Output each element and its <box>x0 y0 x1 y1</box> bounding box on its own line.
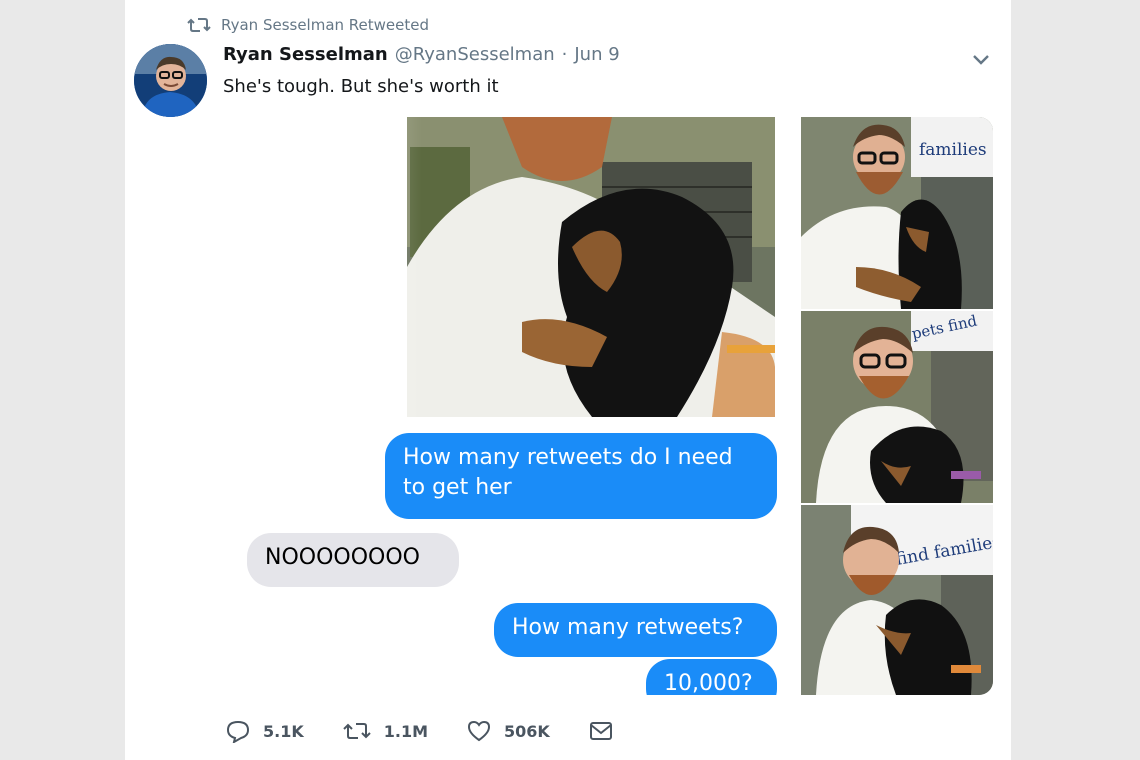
like-button[interactable]: 506K <box>466 719 550 743</box>
author-handle[interactable]: @RyanSesselman <box>395 44 555 65</box>
tweet-header: Ryan Sesselman @RyanSesselman · Jun 9 <box>223 44 620 70</box>
media-image-messages[interactable]: How many retweets do I need to get her N… <box>222 117 792 695</box>
avatar-image <box>134 44 207 117</box>
avatar[interactable] <box>134 44 207 117</box>
media-image-thumb-1[interactable]: families <box>801 117 993 309</box>
media-image-thumb-2[interactable]: pets find <box>801 311 993 503</box>
photo-man-laughing-with-puppy: find families <box>801 505 993 695</box>
reply-button[interactable]: 5.1K <box>225 719 304 743</box>
like-count: 506K <box>504 721 550 741</box>
reply-count: 5.1K <box>263 721 304 741</box>
retweet-button[interactable]: 1.1M <box>342 719 428 743</box>
reply-icon <box>226 720 250 743</box>
tweet-date[interactable]: Jun 9 <box>574 44 619 65</box>
sign-text: families <box>919 140 987 160</box>
direct-message-button[interactable] <box>588 719 614 743</box>
message-bubble-sent: How many retweets do I need to get her <box>385 433 777 519</box>
message-text: How many retweets? <box>512 615 744 640</box>
envelope-icon <box>589 722 612 740</box>
tweet-media[interactable]: How many retweets do I need to get her N… <box>222 117 993 695</box>
retweet-icon <box>343 723 371 739</box>
message-bubble-received: NOOOOOOOO <box>247 533 459 587</box>
tweet-actions: 5.1K 1.1M 506K <box>225 716 652 746</box>
chevron-down-icon[interactable] <box>971 50 991 68</box>
author-name[interactable]: Ryan Sesselman <box>223 44 388 65</box>
message-bubble-sent: How many retweets? <box>494 603 777 657</box>
tweet-text: She's tough. But she's worth it <box>223 76 499 97</box>
retweet-context-label: Ryan Sesselman Retweeted <box>221 16 430 34</box>
media-right-column: families pets find find families <box>801 117 993 695</box>
photo-man-kissing-puppy: families <box>801 117 993 309</box>
tweet-card[interactable]: Ryan Sesselman Retweeted Ryan Sesselman … <box>125 0 1011 760</box>
photo-man-holding-puppy <box>222 117 775 417</box>
retweet-count: 1.1M <box>383 721 429 741</box>
message-bubble-sent: 10,000? <box>646 659 777 695</box>
message-text: to get her <box>403 475 512 500</box>
media-image-thumb-3[interactable]: find families <box>801 505 993 695</box>
retweet-context: Ryan Sesselman Retweeted <box>187 14 429 36</box>
message-text: NOOOOOOOO <box>265 545 420 570</box>
message-text: 10,000? <box>664 671 753 695</box>
photo-man-smiling-with-puppy: pets find <box>801 311 993 503</box>
message-text: How many retweets do I need <box>403 445 733 470</box>
header-separator: · <box>561 44 568 65</box>
retweet-icon <box>187 18 211 32</box>
heart-icon <box>468 720 491 742</box>
